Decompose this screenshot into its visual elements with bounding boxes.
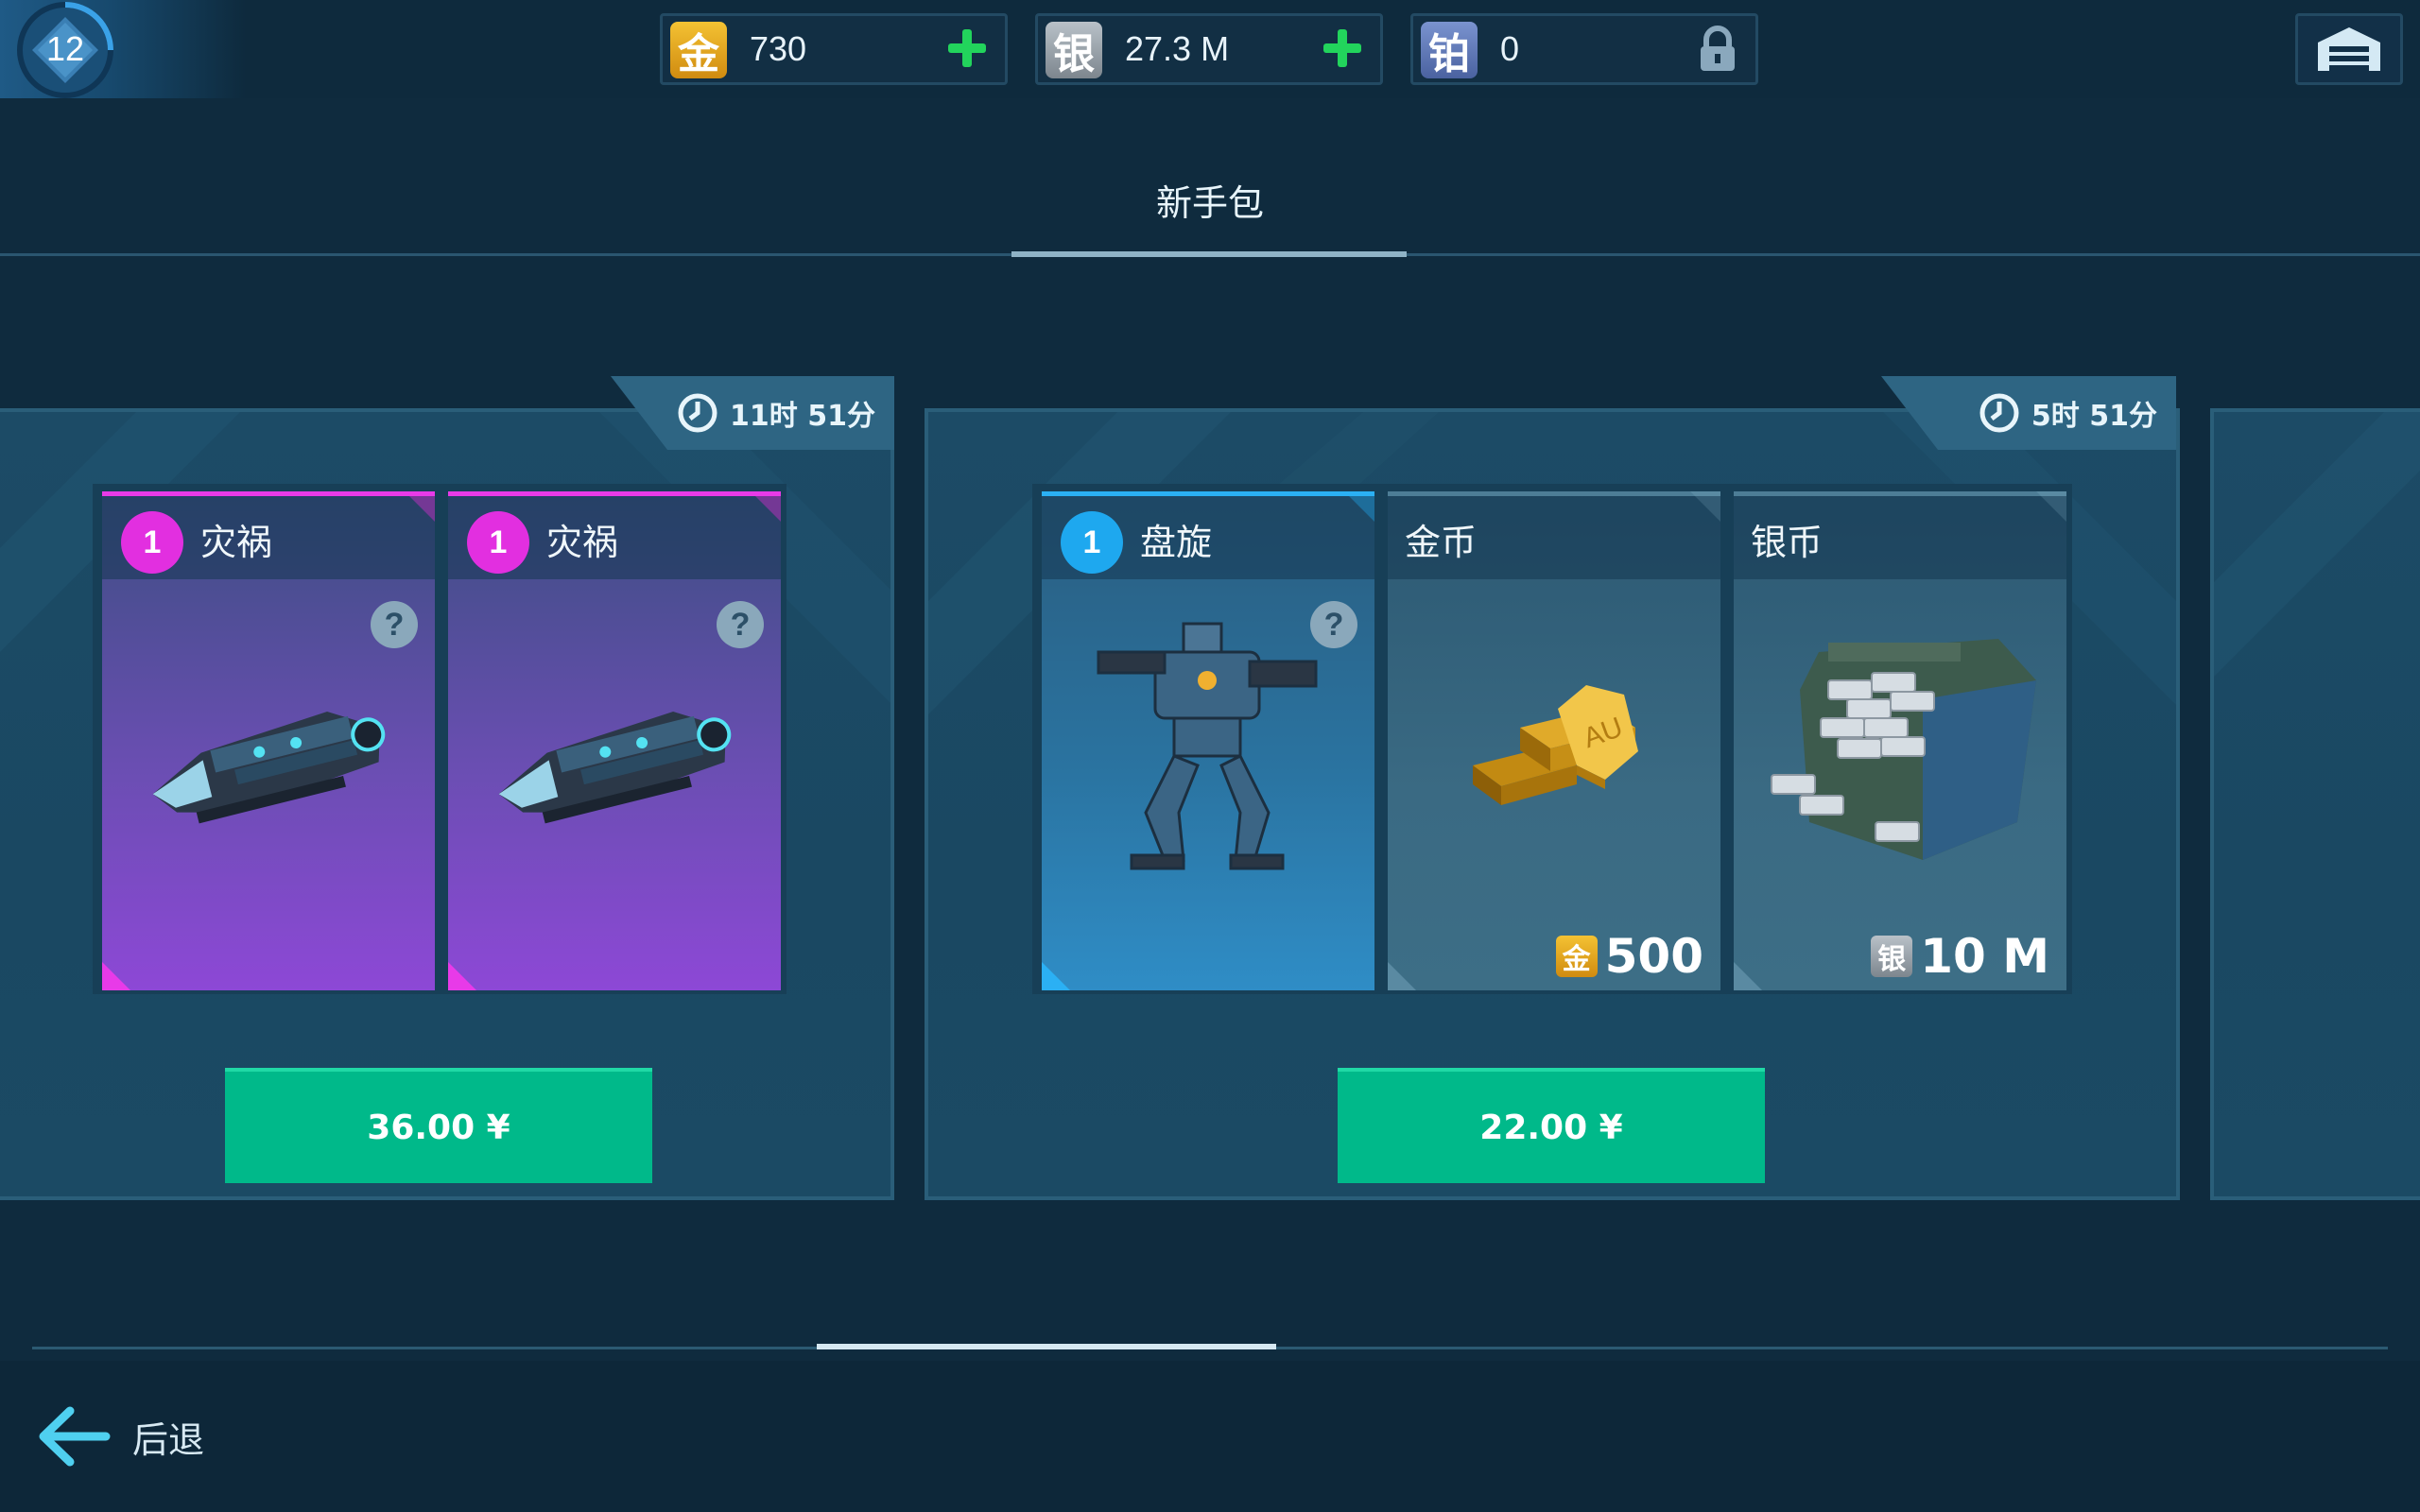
back-label: 后退 (132, 1418, 205, 1461)
bundle-1-item-1[interactable]: 1 灾祸 ? (102, 491, 435, 990)
quantity-badge: 1 (121, 511, 183, 574)
lock-icon (1701, 26, 1735, 71)
card-corner (102, 962, 130, 990)
top-bar: 12 金 730 银 27.3 M 铂 0 (0, 0, 2420, 98)
clock-icon (1979, 393, 2019, 433)
gold-amount: 730 (750, 29, 807, 68)
bundle-panel-3[interactable] (2210, 408, 2420, 1200)
bundle-1-item-2[interactable]: 1 灾祸 ? (448, 491, 781, 990)
bundle-2-item-gold[interactable]: 金币 AU 金 500 (1388, 491, 1720, 990)
add-gold-button[interactable] (942, 24, 992, 73)
card-header: 1 灾祸 (448, 496, 781, 579)
weapon-image (498, 712, 732, 824)
card-header: 1 灾祸 (102, 496, 435, 579)
silver-currency[interactable]: 银 27.3 M (1035, 13, 1383, 85)
card-header: 1 盘旋 (1042, 496, 1374, 579)
gold-currency[interactable]: 金 730 (660, 13, 1008, 85)
bundle-2-item-robot[interactable]: 1 盘旋 ? (1042, 491, 1374, 990)
card-header: 金币 (1388, 496, 1720, 579)
silver-currency-icon: 银 (1871, 936, 1913, 977)
card-corner (1734, 962, 1762, 990)
bundle-2-timer-text: 5时 51分 (2031, 400, 2157, 433)
garage-icon (2318, 27, 2380, 71)
carousel-scroll-thumb[interactable] (817, 1344, 1276, 1349)
buy-bundle-1-button[interactable]: 36.00 ¥ (225, 1068, 652, 1183)
garage-button[interactable] (2295, 13, 2403, 85)
item-name: 灾祸 (200, 522, 273, 563)
panel-background-stripes (2214, 412, 2420, 677)
silver-amount: 27.3 M (1125, 29, 1230, 68)
item-name: 银币 (1751, 522, 1824, 563)
platinum-amount: 0 (1500, 29, 1520, 68)
quantity-badge: 1 (467, 511, 529, 574)
gold-currency-icon: 金 (670, 22, 727, 78)
card-corner (1388, 962, 1416, 990)
gold-bars-image: AU (1473, 685, 1638, 805)
silver-reward-value: 10 M (1920, 929, 2049, 984)
card-corner (1042, 962, 1070, 990)
platinum-currency[interactable]: 铂 0 (1410, 13, 1758, 85)
gold-currency-icon: 金 (1555, 936, 1598, 977)
footer-bar: 后退 (0, 1361, 2420, 1512)
bundle-1-timer-text: 11时 51分 (730, 400, 875, 433)
card-corner (448, 962, 476, 990)
back-button[interactable]: 后退 (36, 1399, 204, 1474)
silver-currency-icon: 银 (1046, 22, 1102, 78)
back-arrow-icon (39, 1406, 111, 1467)
gold-reward-value: 500 (1604, 929, 1703, 984)
robot-image (1097, 622, 1318, 870)
active-tab-indicator (1011, 251, 1407, 257)
silver-crate-image (1771, 639, 2036, 860)
add-silver-button[interactable] (1318, 24, 1367, 73)
buy-bundle-2-button[interactable]: 22.00 ¥ (1338, 1068, 1765, 1183)
card-header: 银币 (1734, 496, 2066, 579)
weapon-image (152, 712, 386, 824)
item-name: 盘旋 (1140, 522, 1213, 563)
player-level: 12 (45, 29, 85, 68)
quantity-badge: 1 (1061, 511, 1123, 574)
player-level-panel[interactable]: 12 (0, 0, 246, 98)
item-name: 灾祸 (546, 522, 619, 563)
bundle-2-item-silver[interactable]: 银币 银 10 M (1734, 491, 2066, 990)
gold-reward-amount: 金 500 (1555, 928, 1703, 985)
clock-icon (678, 393, 717, 433)
silver-reward-amount: 银 10 M (1871, 928, 2049, 985)
platinum-currency-icon: 铂 (1421, 22, 1478, 78)
tab-starter-pack[interactable]: 新手包 (1013, 170, 1407, 236)
item-name: 金币 (1405, 522, 1478, 563)
